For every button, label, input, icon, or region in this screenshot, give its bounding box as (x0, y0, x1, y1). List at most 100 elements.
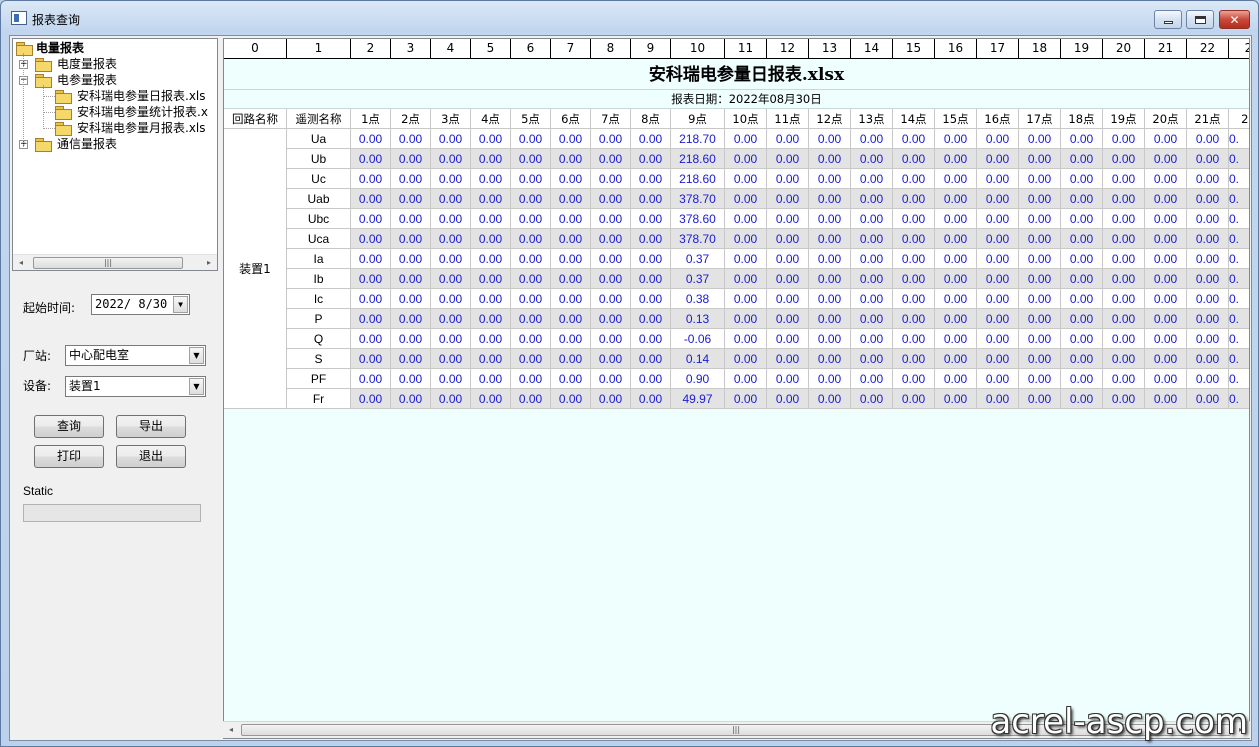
value-cell[interactable]: 0.00 (977, 309, 1019, 329)
value-cell[interactable]: 0.00 (471, 309, 511, 329)
tree-item[interactable]: 安科瑞电参量统计报表.x (55, 104, 217, 120)
value-cell[interactable]: 0.00 (767, 129, 809, 149)
value-cell[interactable]: 0.00 (1061, 349, 1103, 369)
value-cell[interactable]: 0.00 (893, 209, 935, 229)
column-number-header[interactable]: 20 (1103, 39, 1145, 59)
value-cell[interactable]: 0.00 (1145, 269, 1187, 289)
value-cell[interactable]: 0.00 (935, 149, 977, 169)
value-cell[interactable]: 0.00 (851, 389, 893, 409)
value-cell[interactable]: 0.00 (851, 189, 893, 209)
value-cell[interactable]: 0.00 (591, 249, 631, 269)
value-cell[interactable]: 0.00 (851, 369, 893, 389)
value-cell[interactable]: 0.00 (631, 249, 671, 269)
value-cell[interactable]: 0.00 (631, 309, 671, 329)
value-cell[interactable]: 0. (1229, 369, 1249, 389)
value-cell[interactable]: 0.00 (391, 129, 431, 149)
value-cell[interactable]: 0.00 (851, 169, 893, 189)
value-cell[interactable]: 0.00 (935, 269, 977, 289)
value-cell[interactable]: 0. (1229, 169, 1249, 189)
value-cell[interactable]: 0.00 (935, 309, 977, 329)
value-cell[interactable]: 0.00 (767, 369, 809, 389)
tree-root[interactable]: 电量报表 (16, 40, 216, 56)
value-cell[interactable]: 0.00 (1187, 149, 1229, 169)
value-cell[interactable]: 0. (1229, 229, 1249, 249)
value-cell[interactable]: 0.00 (725, 389, 767, 409)
value-cell[interactable]: 0.37 (671, 249, 725, 269)
value-cell[interactable]: 0.00 (471, 129, 511, 149)
value-cell[interactable]: 0.00 (893, 289, 935, 309)
column-number-header[interactable]: 15 (893, 39, 935, 59)
value-cell[interactable]: 0.00 (431, 249, 471, 269)
value-cell[interactable]: 0.00 (1019, 169, 1061, 189)
value-cell[interactable]: 0.00 (471, 209, 511, 229)
value-cell[interactable]: 0.00 (935, 249, 977, 269)
value-cell[interactable]: 0.00 (391, 249, 431, 269)
value-cell[interactable]: 0.00 (1019, 369, 1061, 389)
value-cell[interactable]: 0.00 (631, 129, 671, 149)
value-cell[interactable]: 0.00 (725, 289, 767, 309)
value-cell[interactable]: 0.00 (1187, 249, 1229, 269)
value-cell[interactable]: 0.00 (1187, 129, 1229, 149)
value-cell[interactable]: 49.97 (671, 389, 725, 409)
column-number-header[interactable]: 6 (511, 39, 551, 59)
value-cell[interactable]: 0.00 (471, 369, 511, 389)
maximize-button[interactable] (1186, 10, 1214, 29)
value-cell[interactable]: 0.00 (511, 129, 551, 149)
value-cell[interactable]: 0.00 (1145, 369, 1187, 389)
value-cell[interactable]: 0.00 (1187, 329, 1229, 349)
value-cell[interactable]: 0.00 (893, 329, 935, 349)
value-cell[interactable]: 0.00 (391, 289, 431, 309)
value-cell[interactable]: 0.00 (1145, 309, 1187, 329)
value-cell[interactable]: 0.00 (725, 169, 767, 189)
value-cell[interactable]: 0.00 (851, 149, 893, 169)
value-cell[interactable]: 0.00 (1019, 309, 1061, 329)
value-cell[interactable]: 0.00 (1103, 249, 1145, 269)
minimize-button[interactable] (1154, 10, 1182, 29)
value-cell[interactable]: 0.00 (767, 169, 809, 189)
value-cell[interactable]: 378.60 (671, 209, 725, 229)
value-cell[interactable]: 378.70 (671, 229, 725, 249)
value-cell[interactable]: 0.00 (351, 149, 391, 169)
value-cell[interactable]: 0.00 (591, 369, 631, 389)
value-cell[interactable]: 0.00 (591, 269, 631, 289)
value-cell[interactable]: 0.00 (893, 269, 935, 289)
column-number-header[interactable]: 2 (351, 39, 391, 59)
value-cell[interactable]: 0.00 (851, 289, 893, 309)
value-cell[interactable]: 218.70 (671, 129, 725, 149)
chevron-down-icon[interactable]: ▼ (173, 296, 188, 313)
value-cell[interactable]: 0.00 (725, 189, 767, 209)
value-cell[interactable]: 0.00 (809, 329, 851, 349)
station-select[interactable]: 中心配电室 ▼ (65, 345, 206, 366)
value-cell[interactable]: 0.00 (809, 389, 851, 409)
value-cell[interactable]: 0.00 (977, 329, 1019, 349)
value-cell[interactable]: 0.00 (935, 189, 977, 209)
chevron-down-icon[interactable]: ▼ (189, 347, 204, 364)
value-cell[interactable]: 0.00 (391, 229, 431, 249)
value-cell[interactable]: 0.00 (809, 189, 851, 209)
value-cell[interactable]: 0. (1229, 349, 1249, 369)
value-cell[interactable]: 0.00 (431, 269, 471, 289)
value-cell[interactable]: 0.00 (1103, 309, 1145, 329)
value-cell[interactable]: 0.00 (431, 209, 471, 229)
value-cell[interactable]: 0.00 (893, 369, 935, 389)
value-cell[interactable]: 0.00 (351, 329, 391, 349)
value-cell[interactable]: 0.00 (511, 389, 551, 409)
value-cell[interactable]: 0. (1229, 129, 1249, 149)
value-cell[interactable]: 0.00 (511, 249, 551, 269)
value-cell[interactable]: 0.00 (725, 269, 767, 289)
value-cell[interactable]: 0.00 (725, 229, 767, 249)
value-cell[interactable]: 0.00 (767, 389, 809, 409)
value-cell[interactable]: 0.00 (1187, 229, 1229, 249)
value-cell[interactable]: 0.00 (809, 369, 851, 389)
value-cell[interactable]: 0.00 (431, 149, 471, 169)
value-cell[interactable]: 0.00 (1061, 289, 1103, 309)
value-cell[interactable]: 0.00 (551, 149, 591, 169)
value-cell[interactable]: 0.00 (1103, 169, 1145, 189)
value-cell[interactable]: 0.00 (767, 149, 809, 169)
value-cell[interactable]: 0.00 (431, 189, 471, 209)
value-cell[interactable]: 0.00 (1187, 289, 1229, 309)
value-cell[interactable]: 0.00 (1187, 349, 1229, 369)
scroll-left-icon[interactable]: ◂ (13, 255, 29, 270)
value-cell[interactable]: 0.00 (431, 289, 471, 309)
value-cell[interactable]: 0.00 (809, 249, 851, 269)
